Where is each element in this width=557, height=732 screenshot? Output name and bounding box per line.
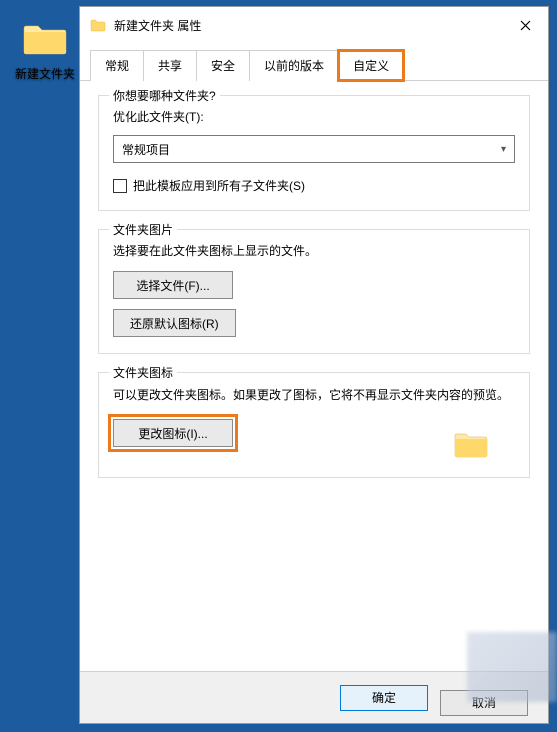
apply-subfolders-row[interactable]: 把此模板应用到所有子文件夹(S) xyxy=(113,177,515,194)
desktop-folder[interactable]: 新建文件夹 xyxy=(10,20,80,82)
folder-icon xyxy=(22,20,68,56)
chevron-down-icon: ▾ xyxy=(501,144,506,155)
tab-general[interactable]: 常规 xyxy=(90,50,144,81)
folder-icon-desc: 可以更改文件夹图标。如果更改了图标，它将不再显示文件夹内容的预览。 xyxy=(113,385,515,405)
group-folder-icon-legend: 文件夹图标 xyxy=(109,364,177,381)
group-folder-picture: 文件夹图片 选择要在此文件夹图标上显示的文件。 选择文件(F)... 还原默认图… xyxy=(98,229,530,354)
apply-subfolders-label: 把此模板应用到所有子文件夹(S) xyxy=(133,177,305,194)
folder-picture-desc: 选择要在此文件夹图标上显示的文件。 xyxy=(113,242,515,259)
close-icon xyxy=(520,20,531,31)
tab-sharing[interactable]: 共享 xyxy=(143,50,197,81)
group-folder-picture-legend: 文件夹图片 xyxy=(109,221,177,238)
ok-button[interactable]: 确定 xyxy=(340,685,428,711)
tab-row: 常规 共享 安全 以前的版本 自定义 xyxy=(80,43,548,81)
group-folder-type: 你想要哪种文件夹? 优化此文件夹(T): 常规项目 ▾ 把此模板应用到所有子文件… xyxy=(98,95,530,211)
dialog-content: 你想要哪种文件夹? 优化此文件夹(T): 常规项目 ▾ 把此模板应用到所有子文件… xyxy=(80,81,548,671)
tab-security[interactable]: 安全 xyxy=(196,50,250,81)
folder-small-icon xyxy=(90,17,106,33)
blurred-region xyxy=(467,632,557,702)
optimize-select[interactable]: 常规项目 ▾ xyxy=(113,135,515,163)
optimize-select-value: 常规项目 xyxy=(122,141,170,158)
dialog-title: 新建文件夹 属性 xyxy=(114,17,502,34)
close-button[interactable] xyxy=(502,10,548,40)
group-folder-icon: 文件夹图标 可以更改文件夹图标。如果更改了图标，它将不再显示文件夹内容的预览。 … xyxy=(98,372,530,478)
titlebar: 新建文件夹 属性 xyxy=(80,7,548,43)
folder-icon-preview xyxy=(453,429,489,459)
apply-subfolders-checkbox[interactable] xyxy=(113,179,127,193)
optimize-label: 优化此文件夹(T): xyxy=(113,108,515,125)
tab-customize[interactable]: 自定义 xyxy=(338,50,404,81)
desktop-folder-label: 新建文件夹 xyxy=(10,65,80,82)
group-folder-type-legend: 你想要哪种文件夹? xyxy=(109,87,220,104)
choose-file-button[interactable]: 选择文件(F)... xyxy=(113,271,233,299)
restore-default-button[interactable]: 还原默认图标(R) xyxy=(113,309,236,337)
properties-dialog: 新建文件夹 属性 常规 共享 安全 以前的版本 自定义 你想要哪种文件夹? 优化… xyxy=(79,6,549,724)
change-icon-button[interactable]: 更改图标(I)... xyxy=(113,419,233,447)
tab-previous-versions[interactable]: 以前的版本 xyxy=(249,50,339,81)
